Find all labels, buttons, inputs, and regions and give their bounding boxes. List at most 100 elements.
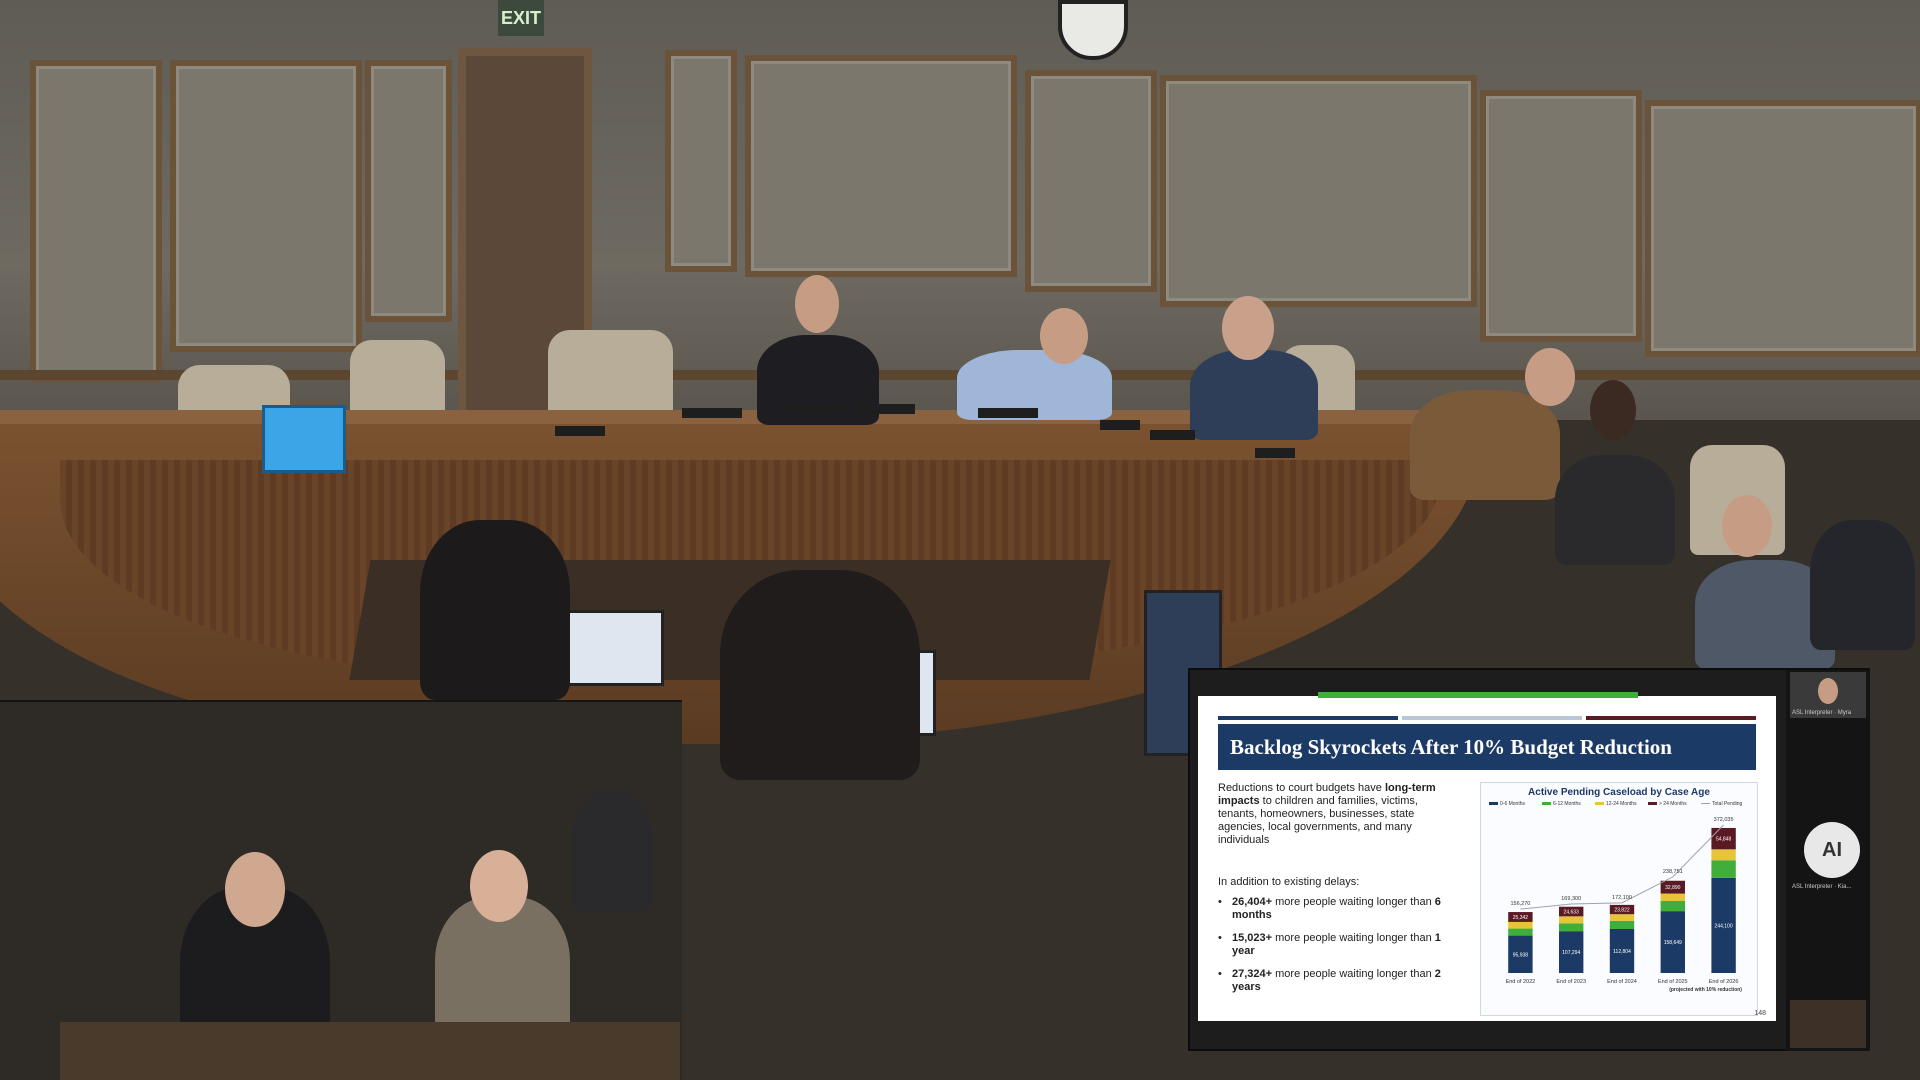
total-value-label: 172,100 [1612, 895, 1632, 901]
audience-inset-view [0, 700, 682, 1080]
x-tick-label: End of 2024 [1607, 979, 1637, 985]
caseload-chart: Active Pending Caseload by Case Age 0-6 … [1480, 782, 1758, 1016]
segment-value-label: 112,804 [1613, 949, 1631, 955]
wall-panel [665, 50, 737, 272]
slide-progress-bar [1318, 692, 1638, 698]
legend-label: 0-6 Months [1500, 801, 1526, 807]
committee-member [1555, 455, 1675, 565]
segment-value-label: 158,649 [1664, 940, 1682, 946]
person-head [1525, 348, 1575, 406]
person-head [1722, 495, 1772, 557]
segment-value-label: 25,342 [1513, 915, 1529, 921]
x-tick-label: End of 2022 [1506, 979, 1536, 985]
bullet-item: 15,023+ more people waiting longer than … [1218, 932, 1458, 958]
slide-intro: Reductions to court budgets have long-te… [1218, 782, 1448, 847]
committee-member [1190, 350, 1318, 440]
bullet-text: more people waiting longer than [1272, 932, 1435, 944]
segment-value-label: 244,100 [1715, 923, 1733, 929]
intro-text: Reductions to court budgets have [1218, 782, 1385, 794]
slide-rule [1402, 716, 1582, 720]
person-head [1222, 296, 1274, 360]
person-head [1590, 380, 1636, 440]
chart-bar-segment [1559, 923, 1584, 932]
participant-video-tile[interactable] [1790, 1000, 1866, 1048]
bullet-number: 27,324+ [1232, 968, 1273, 980]
slide-title: Backlog Skyrockets After 10% Budget Redu… [1218, 724, 1756, 770]
slide-page-number: 148 [1754, 1010, 1766, 1017]
wall-panel [30, 60, 162, 382]
interpreter-sign-display [262, 405, 346, 473]
participant-strip: ASL Interpreter · Myra AI ASL Interprete… [1786, 670, 1870, 1051]
participant-name: ASL Interpreter · Myra [1792, 710, 1852, 716]
audience-member [572, 792, 652, 912]
segment-value-label: 95,938 [1513, 952, 1529, 958]
wall-panel [1645, 100, 1920, 357]
nameplate [786, 404, 846, 414]
chart-bar-segment [1609, 920, 1635, 930]
x-tick-label: End of 2026 [1709, 979, 1739, 985]
person-head [470, 850, 528, 922]
committee-member [1810, 520, 1915, 650]
screen-share-window: Backlog Skyrockets After 10% Budget Redu… [1188, 668, 1870, 1051]
person-head [1040, 308, 1088, 364]
legend-swatch [1542, 802, 1551, 805]
segment-value-label: 54,848 [1716, 837, 1732, 843]
chart-bar-segment [1559, 916, 1584, 924]
legend-swatch [1648, 802, 1657, 805]
bullet-item: 26,404+ more people waiting longer than … [1218, 896, 1458, 922]
presentation-slide: Backlog Skyrockets After 10% Budget Redu… [1198, 692, 1776, 1021]
segment-value-label: 23,822 [1614, 908, 1630, 914]
bullet-item: 27,324+ more people waiting longer than … [1218, 968, 1458, 994]
nameplate [1255, 448, 1295, 458]
chart-bar-segment [1660, 900, 1685, 912]
slide-rule [1218, 716, 1398, 720]
chart-bar-segment [1508, 928, 1533, 936]
projection-note: (projected with 10% reduction) [1669, 987, 1742, 993]
nameplate [978, 408, 1038, 418]
bullet-text: more people waiting longer than [1272, 896, 1435, 908]
total-value-label: 169,300 [1561, 896, 1581, 902]
exit-sign: EXIT [498, 0, 544, 36]
segment-value-label: 24,633 [1564, 910, 1580, 916]
legend-label: Total Pending [1712, 801, 1743, 807]
participant-video-tile[interactable]: ASL Interpreter · Myra [1790, 672, 1866, 718]
segment-value-label: 32,890 [1665, 885, 1681, 891]
x-tick-label: End of 2025 [1658, 979, 1688, 985]
person-head [1818, 678, 1838, 704]
chart-bar-segment [1660, 893, 1685, 901]
total-value-label: 238,751 [1663, 869, 1683, 875]
chart-canvas: 0-6 Months 6-12 Months 12-24 Months > 24 Mo… [1489, 801, 1743, 993]
legend-swatch [1595, 802, 1604, 805]
wall-panel [745, 55, 1017, 277]
person-head [225, 852, 285, 927]
person-head [795, 275, 839, 333]
total-value-label: 156,270 [1510, 901, 1530, 907]
chart-bar-segment [1711, 860, 1736, 878]
slide-subheading: In addition to existing delays: [1218, 876, 1360, 888]
wall-panel [1480, 90, 1642, 342]
legend-label: > 24 Months [1659, 801, 1687, 807]
nameplate [855, 404, 915, 414]
chart-bar-segment [1609, 914, 1635, 921]
bullet-text: more people waiting longer than [1272, 968, 1435, 980]
legend-swatch [1489, 802, 1498, 805]
nameplate [1100, 420, 1140, 430]
bullet-number: 15,023+ [1232, 932, 1273, 944]
bullet-list: 26,404+ more people waiting longer than … [1218, 896, 1458, 1004]
wall-panel [1160, 75, 1477, 307]
wall-panel [1025, 70, 1157, 292]
nameplate [1150, 430, 1195, 440]
nameplate [682, 408, 742, 418]
chart-bar-segment [1711, 849, 1736, 861]
presenter [420, 520, 570, 700]
bullet-number: 26,404+ [1232, 896, 1273, 908]
segment-value-label: 107,294 [1562, 950, 1580, 956]
witness-table [60, 1022, 680, 1080]
nameplate [555, 426, 605, 436]
participant-avatar[interactable]: AI [1804, 822, 1860, 878]
legend-label: 12-24 Months [1606, 801, 1637, 807]
x-tick-label: End of 2023 [1556, 979, 1586, 985]
committee-member [1410, 390, 1560, 500]
wall-panel [170, 60, 362, 352]
slide-rule [1586, 716, 1756, 720]
